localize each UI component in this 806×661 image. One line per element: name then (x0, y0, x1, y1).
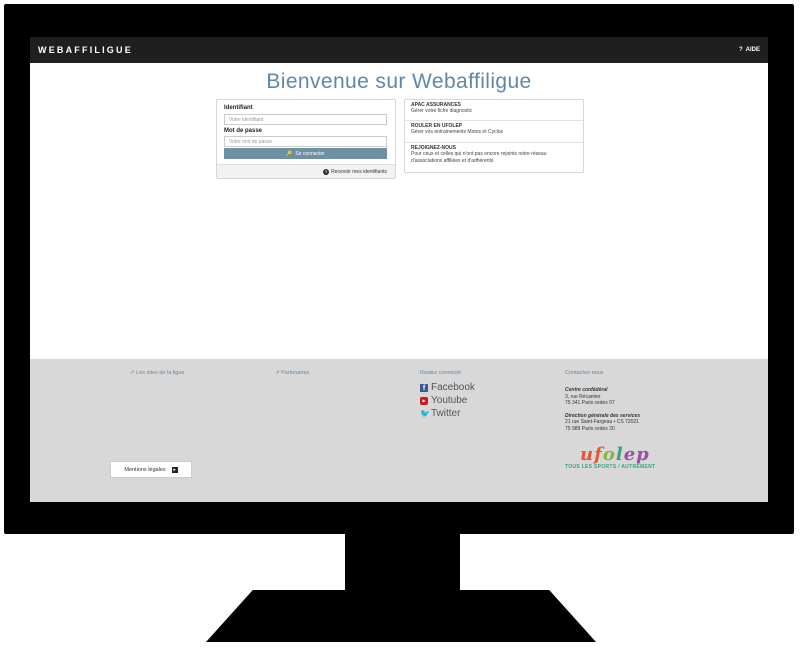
sites-label: Les sites de la ligue (136, 370, 185, 376)
legal-notice-label: Mentions légales (124, 466, 166, 473)
twitter-link[interactable]: 🐦 Twitter (420, 407, 475, 420)
monitor-stand-neck (345, 533, 460, 591)
external-link-icon: ↗ (275, 370, 280, 376)
recover-label: Recevoir mes identifiants (331, 168, 387, 175)
identifier-input[interactable]: Votre identifiant (224, 114, 387, 125)
brand-logo[interactable]: WEBAFFILIGUE (38, 45, 133, 55)
youtube-icon: ▶ (420, 396, 428, 405)
help-link[interactable]: ? AIDE (739, 47, 760, 53)
connect-heading: Restez connecté (420, 370, 461, 376)
monitor-stand-base (206, 590, 596, 642)
login-button[interactable]: 🔑 Se connecter (224, 148, 387, 159)
login-panel: Identifiant Votre identifiant Mot de pas… (216, 99, 396, 179)
partners-label: Partenaires (281, 370, 310, 376)
social-links: f Facebook ▶ Youtube 🐦 Twitter (420, 381, 475, 420)
link-rouler[interactable]: ROULER EN UFOLEP Gérer vos entrainements… (405, 121, 583, 143)
youtube-link[interactable]: ▶ Youtube (420, 394, 475, 407)
youtube-label: Youtube (431, 395, 468, 406)
top-navbar: WEBAFFILIGUE ? AIDE (30, 37, 768, 63)
identifier-label: Identifiant (224, 105, 253, 111)
browser-screen: WEBAFFILIGUE ? AIDE Bienvenue sur Webaff… (30, 37, 768, 502)
facebook-link[interactable]: f Facebook (420, 381, 475, 394)
legal-notice-button[interactable]: Mentions légales ▸ (110, 461, 192, 478)
facebook-icon: f (420, 383, 428, 392)
link-desc: Pour ceux et celles qui n'ont pas encore… (411, 151, 547, 164)
question-circle-icon: ? (323, 168, 330, 175)
link-desc: Gérer vos entrainements Motos et Cyclos (411, 129, 503, 135)
twitter-label: Twitter (431, 408, 461, 419)
quick-links-panel: APAC ASSURANCES Gérer votre fiche diagno… (404, 99, 584, 173)
key-icon: 🔑 (286, 150, 293, 157)
link-rejoignez[interactable]: REJOIGNEZ-NOUS Pour ceux et celles qui n… (405, 143, 583, 174)
link-apac[interactable]: APAC ASSURANCES Gérer votre fiche diagno… (405, 100, 583, 121)
page-title: Bienvenue sur Webaffiligue (266, 70, 532, 93)
page-footer: ↗ Les sites de la ligue ↗ Partenaires Re… (30, 359, 768, 502)
password-input[interactable]: Votre mot de passe (224, 136, 387, 147)
facebook-label: Facebook (431, 382, 475, 393)
contact-addresses: Centre confédéral 3, rue Récamier 75 341… (565, 387, 640, 432)
question-icon: ? (738, 47, 743, 53)
twitter-icon: 🐦 (420, 408, 430, 418)
plus-square-icon: ▸ (171, 466, 178, 473)
login-button-label: Se connecter (295, 150, 325, 157)
ufolep-logo[interactable]: ufolep TOUS LES SPORTS / AUTREMENT (565, 444, 675, 474)
partners-link[interactable]: ↗ Partenaires (275, 370, 309, 376)
address2-line1: 21 rue Saint-Fargeau • CS 72021 (565, 419, 640, 425)
password-label: Mot de passe (224, 128, 263, 134)
external-link-icon: ↗ (130, 370, 135, 376)
contact-heading: Contactez-nous (565, 370, 604, 376)
logo-wordmark: ufolep (580, 444, 650, 465)
sites-link[interactable]: ↗ Les sites de la ligue (130, 370, 184, 376)
logo-tagline: TOUS LES SPORTS / AUTREMENT (565, 464, 656, 470)
recover-credentials-link[interactable]: ? Recevoir mes identifiants (217, 164, 395, 178)
monitor-mockup: WEBAFFILIGUE ? AIDE Bienvenue sur Webaff… (0, 0, 806, 661)
help-label: AIDE (745, 47, 760, 53)
link-desc: Gérer votre fiche diagnostic (411, 108, 473, 114)
address2-line2: 75 989 Paris cedex 20 (565, 425, 615, 432)
